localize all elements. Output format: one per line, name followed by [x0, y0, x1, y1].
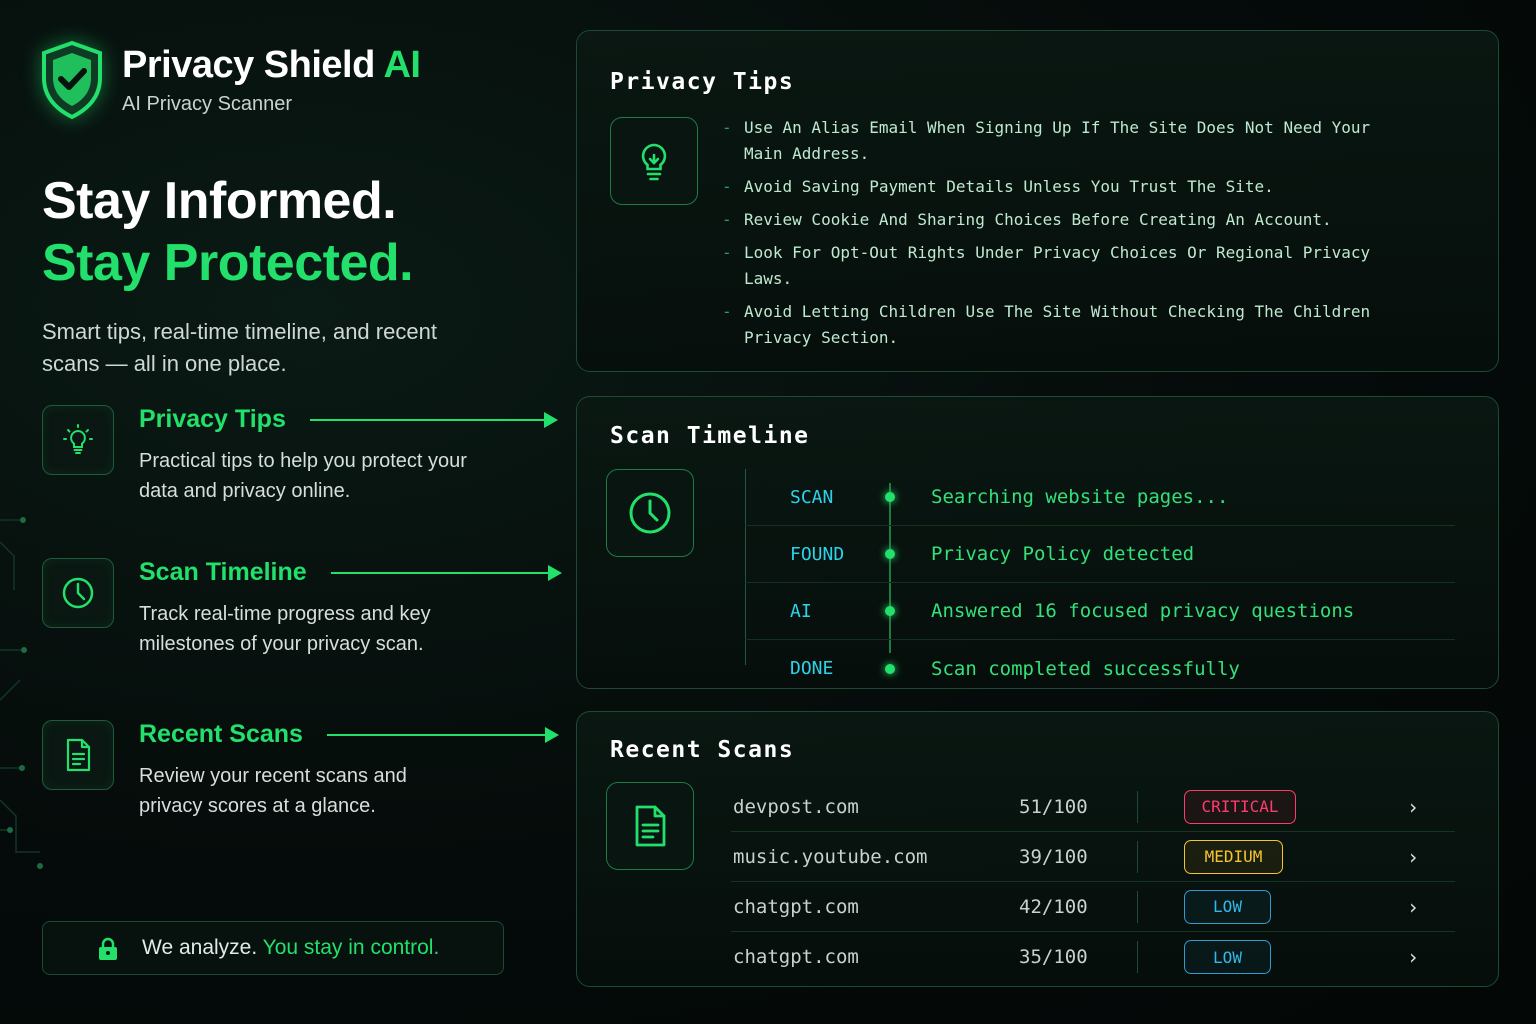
- table-row[interactable]: chatgpt.com 35/100 LOW ›: [731, 932, 1455, 982]
- feature-description: Track real-time progress and key milesto…: [139, 603, 431, 655]
- feature-description: Practical tips to help you protect your …: [139, 450, 467, 502]
- scans-table: devpost.com 51/100 CRITICAL › music.yout…: [731, 782, 1455, 982]
- footer-banner: We analyze. You stay in control.: [42, 921, 504, 975]
- list-item: - Avoid Saving Payment Details Unless You…: [722, 177, 1274, 196]
- document-icon: [42, 720, 114, 790]
- privacy-tips-panel: Privacy Tips - Use An Alias Email When Si…: [576, 30, 1499, 372]
- list-item: - Avoid Letting Children Use The Site Wit…: [722, 302, 1371, 347]
- scan-timeline-panel: Scan Timeline SCAN Searching website page…: [576, 396, 1499, 689]
- chevron-right-icon[interactable]: ›: [1407, 845, 1419, 869]
- footer-accent-text: You stay in control.: [262, 936, 440, 959]
- list-item: - Look For Opt-Out Rights Under Privacy C…: [722, 243, 1371, 288]
- arrow-right-icon: [330, 564, 562, 581]
- tips-list: - Use An Alias Email When Signing Up If T…: [722, 115, 1402, 358]
- timeline-event: SCAN Searching website pages...: [745, 469, 1455, 526]
- feature-recent-scans[interactable]: Recent Scans Review your recent scans an…: [42, 720, 559, 821]
- chevron-right-icon[interactable]: ›: [1407, 945, 1419, 969]
- panel-title: Privacy Tips: [610, 69, 795, 95]
- hero-section: Stay Informed. Stay Protected. Smart tip…: [42, 170, 442, 380]
- timeline-event: FOUND Privacy Policy detected: [745, 526, 1455, 583]
- feature-title: Scan Timeline: [139, 558, 307, 586]
- table-row[interactable]: devpost.com 51/100 CRITICAL ›: [731, 782, 1455, 832]
- table-row[interactable]: music.youtube.com 39/100 MEDIUM ›: [731, 832, 1455, 882]
- app-title: Privacy Shield AI: [122, 44, 421, 86]
- lock-icon: [99, 937, 117, 960]
- panel-title: Recent Scans: [610, 737, 795, 763]
- timeline-event: DONE Scan completed successfully: [790, 657, 1240, 680]
- table-row[interactable]: chatgpt.com 42/100 LOW ›: [731, 882, 1455, 932]
- hero-heading-line1: Stay Informed.: [42, 172, 397, 230]
- status-badge: LOW: [1184, 889, 1271, 924]
- status-badge: CRITICAL: [1184, 789, 1296, 824]
- clock-icon: [606, 469, 694, 557]
- shield-check-icon: [42, 40, 102, 120]
- list-item: - Review Cookie And Sharing Choices Befor…: [722, 210, 1332, 229]
- brand-header: Privacy Shield AI AI Privacy Scanner: [40, 40, 421, 120]
- chevron-right-icon[interactable]: ›: [1407, 795, 1419, 819]
- feature-description: Review your recent scans and privacy sco…: [139, 765, 407, 817]
- circuit-decoration: [0, 517, 43, 869]
- hero-description: Smart tips, real-time timeline, and rece…: [42, 319, 437, 376]
- timeline-list: SCAN Searching website pages... FOUND Priv…: [745, 469, 1455, 697]
- footer-text: We analyze.: [142, 936, 258, 959]
- feature-privacy-tips[interactable]: Privacy Tips Practical tips to help you …: [42, 405, 558, 506]
- lightbulb-icon: [610, 117, 698, 205]
- hero-heading-line2: Stay Protected.: [42, 234, 414, 292]
- feature-title: Recent Scans: [139, 720, 303, 748]
- chevron-right-icon[interactable]: ›: [1407, 895, 1419, 919]
- document-icon: [606, 782, 694, 870]
- panel-title: Scan Timeline: [610, 423, 810, 449]
- timeline-event: AI Answered 16 focused privacy questions: [745, 583, 1455, 640]
- status-badge: MEDIUM: [1184, 839, 1283, 874]
- list-item: - Use An Alias Email When Signing Up If T…: [722, 118, 1371, 163]
- feature-title: Privacy Tips: [139, 405, 286, 433]
- app-subtitle: AI Privacy Scanner: [122, 93, 293, 115]
- arrow-right-icon: [309, 411, 558, 428]
- clock-icon: [42, 558, 114, 628]
- recent-scans-panel: Recent Scans devpost.com 51/100 CRITICAL…: [576, 711, 1499, 987]
- feature-scan-timeline[interactable]: Scan Timeline Track real-time progress a…: [42, 558, 562, 659]
- status-badge: LOW: [1184, 940, 1271, 974]
- arrow-right-icon: [326, 726, 559, 743]
- lightbulb-icon: [42, 405, 114, 475]
